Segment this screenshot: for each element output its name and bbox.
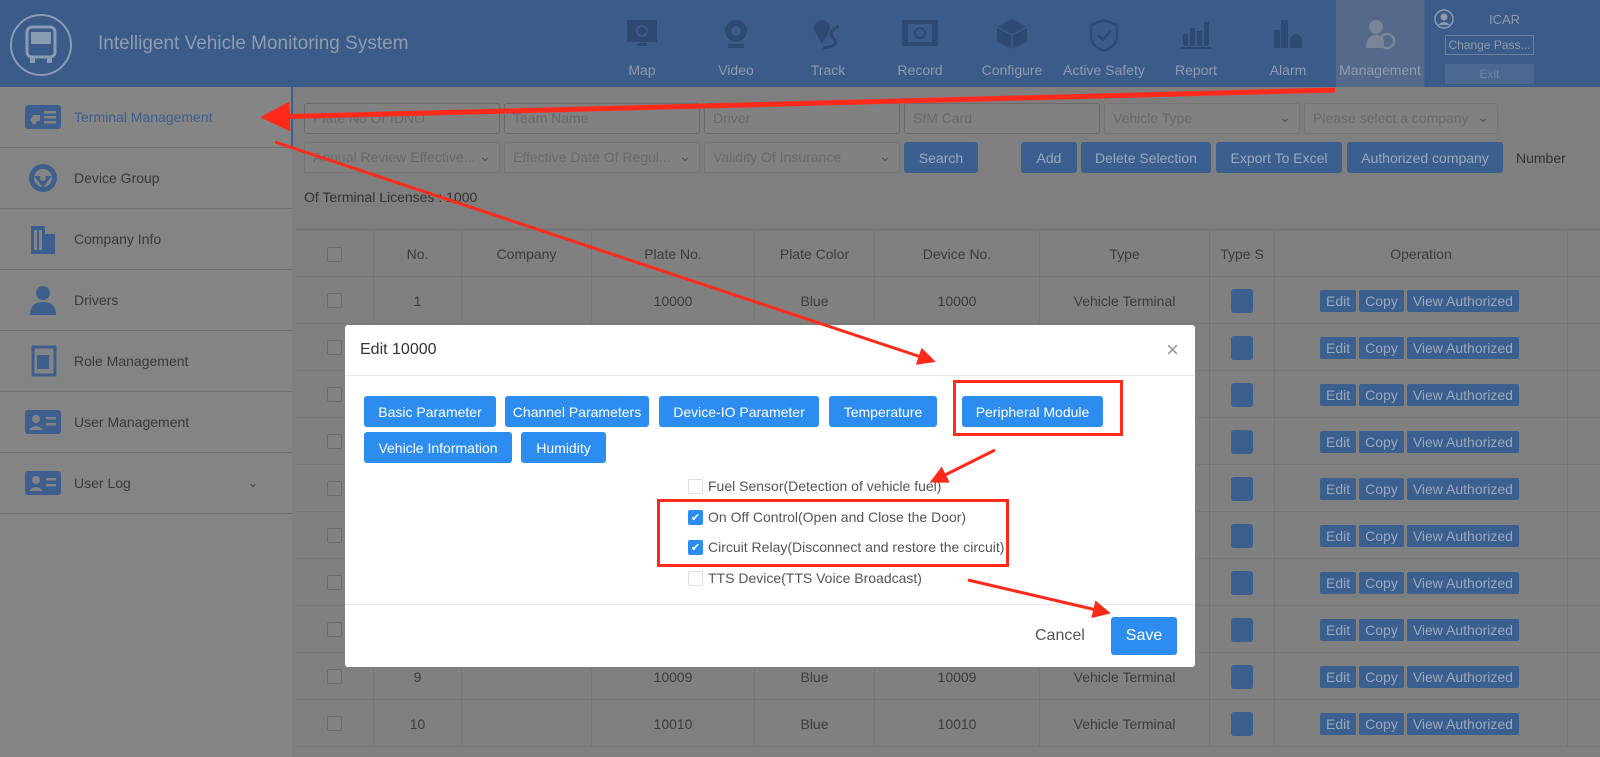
- close-icon[interactable]: ×: [1166, 337, 1179, 363]
- annotation-highlight: [953, 380, 1123, 436]
- tab-device-io-parameter[interactable]: Device-IO Parameter: [659, 396, 819, 427]
- edit-modal: Edit 10000 × Basic Parameter Channel Par…: [345, 325, 1195, 667]
- tab-basic-parameter[interactable]: Basic Parameter: [364, 396, 496, 427]
- annotation-highlight: [657, 499, 1009, 567]
- save-button[interactable]: Save: [1111, 617, 1177, 655]
- checkbox[interactable]: [688, 478, 703, 494]
- modal-title: Edit 10000: [360, 341, 437, 358]
- option-fuel-sensor[interactable]: Fuel Sensor(Detection of vehicle fuel): [688, 478, 941, 494]
- divider: [345, 375, 1195, 376]
- tab-humidity[interactable]: Humidity: [521, 432, 606, 463]
- option-tts-device[interactable]: TTS Device(TTS Voice Broadcast): [688, 570, 922, 586]
- cancel-button[interactable]: Cancel: [1035, 627, 1085, 645]
- tab-vehicle-information[interactable]: Vehicle Information: [364, 432, 512, 463]
- divider: [345, 604, 1195, 605]
- tab-temperature[interactable]: Temperature: [829, 396, 937, 427]
- tab-channel-parameters[interactable]: Channel Parameters: [505, 396, 649, 427]
- checkbox[interactable]: [688, 570, 703, 586]
